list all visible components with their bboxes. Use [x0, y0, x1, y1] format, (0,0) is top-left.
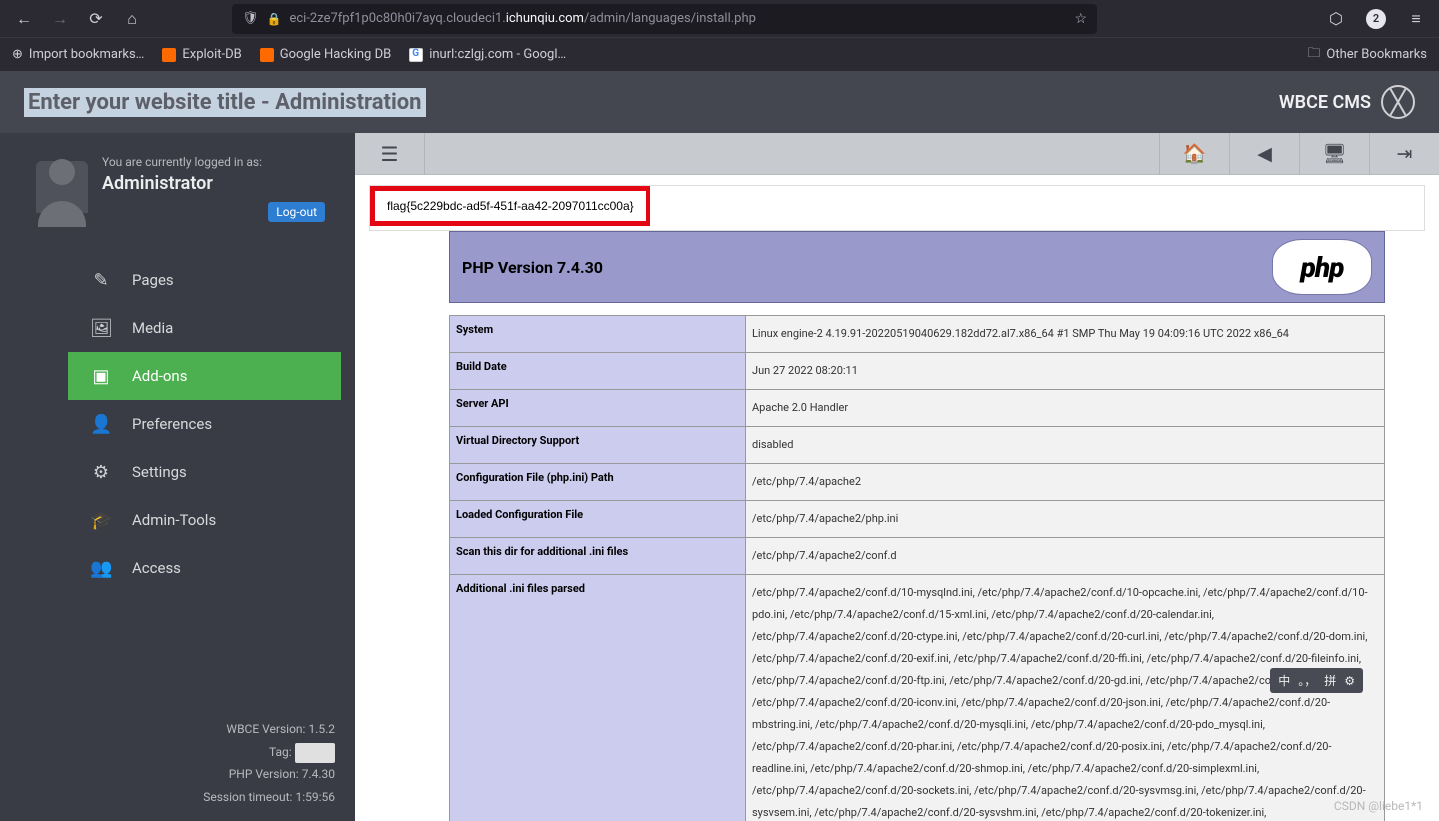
bookmark-inurl[interactable]: Ginurl:czlgj.com - Googl… — [409, 47, 566, 62]
browser-toolbar: ← → ⟳ ⌂ 🛡 🔒 eci-2ze7fpf1p0c80h0i7ayq.clo… — [0, 0, 1439, 37]
sidebar: You are currently logged in as: Administ… — [0, 133, 355, 821]
table-row: Loaded Configuration File/etc/php/7.4/ap… — [450, 501, 1385, 538]
hamburger-button[interactable]: ☰ — [355, 133, 425, 175]
back-button[interactable]: ← — [8, 4, 40, 34]
folder-icon: 🗀 — [1307, 44, 1320, 66]
nav-access[interactable]: 👥Access — [68, 544, 341, 592]
row-key: Additional .ini files parsed — [450, 575, 746, 821]
nav-media[interactable]: 🖼Media — [68, 304, 341, 352]
php-version-title: PHP Version 7.4.30 — [462, 258, 603, 277]
row-key: Configuration File (php.ini) Path — [450, 464, 746, 501]
ime-mode[interactable]: 拼 — [1324, 672, 1336, 689]
gear-icon: ⚙ — [90, 462, 112, 483]
nav-preferences[interactable]: 👤Preferences — [68, 400, 341, 448]
shield-icon: 🛡 — [242, 11, 259, 26]
bookmark-import[interactable]: ⊕Import bookmarks… — [12, 47, 144, 62]
site-title: Enter your website title - Administratio… — [24, 88, 426, 117]
account-icon[interactable]: 2 — [1361, 4, 1391, 34]
bookmark-exploitdb[interactable]: Exploit-DB — [162, 47, 241, 62]
url-prefix: eci-2ze7fpf1p0c80h0i7ayq.cloudeci1. — [289, 11, 505, 26]
avatar-icon — [36, 161, 88, 213]
url-domain: ichunqiu.com — [506, 11, 584, 26]
bookmarks-bar: ⊕Import bookmarks… Exploit-DB Google Hac… — [0, 37, 1439, 71]
logged-in-label: You are currently logged in as: — [102, 155, 335, 169]
edit-icon: ✎ — [90, 270, 112, 291]
nav-settings[interactable]: ⚙Settings — [68, 448, 341, 496]
favicon-icon: G — [409, 48, 423, 62]
row-key: Scan this dir for additional .ini files — [450, 538, 746, 575]
table-row: Additional .ini files parsed/etc/php/7.4… — [450, 575, 1385, 821]
row-key: Build Date — [450, 353, 746, 390]
phpinfo: PHP Version 7.4.30 php SystemLinux engin… — [449, 231, 1385, 821]
row-value: Jun 27 2022 08:20:11 — [746, 353, 1385, 390]
brand-name: WBCE CMS — [1279, 92, 1371, 113]
username: Administrator — [102, 173, 335, 194]
nav-list: ✎Pages 🖼Media ▣Add-ons 👤Preferences ⚙Set… — [68, 256, 341, 592]
ime-toolbar[interactable]: 中 。， 拼 ⚙ — [1270, 668, 1363, 693]
url-path: /admin/languages/install.php — [584, 11, 756, 26]
content-inner: flag{5c229bdc-ad5f-451f-aa42-2097011cc00… — [355, 175, 1439, 821]
forward-button[interactable]: → — [44, 4, 76, 34]
nav-admintools[interactable]: 🎓Admin-Tools — [68, 496, 341, 544]
home-button[interactable]: ⌂ — [116, 4, 148, 34]
row-value: disabled — [746, 427, 1385, 464]
row-value: /etc/php/7.4/apache2 — [746, 464, 1385, 501]
row-value: Linux engine-2 4.19.91-20220519040629.18… — [746, 316, 1385, 353]
pocket-icon[interactable]: ⬡ — [1321, 4, 1351, 34]
import-icon: ⊕ — [12, 47, 23, 62]
exit-button[interactable]: ⇥ — [1369, 133, 1439, 175]
sidebar-footer: WBCE Version: 1.5.2 Tag: 1.5.2 PHP Versi… — [0, 718, 355, 821]
back-circle-button[interactable]: ◀ — [1229, 133, 1299, 175]
table-row: Virtual Directory Supportdisabled — [450, 427, 1385, 464]
view-site-button[interactable]: 🖥 — [1299, 133, 1369, 175]
ime-settings-icon[interactable]: ⚙ — [1344, 674, 1355, 688]
row-key: System — [450, 316, 746, 353]
nav-pages[interactable]: ✎Pages — [68, 256, 341, 304]
php-header: PHP Version 7.4.30 php — [449, 231, 1385, 303]
row-value: /etc/php/7.4/apache2/conf.d — [746, 538, 1385, 575]
ime-punct[interactable]: 。， — [1298, 672, 1316, 689]
watermark: CSDN @liebe1*1 — [1334, 799, 1423, 813]
php-table: SystemLinux engine-2 4.19.91-20220519040… — [449, 315, 1385, 821]
app-menu-icon[interactable]: ≡ — [1401, 4, 1431, 34]
row-value: Apache 2.0 Handler — [746, 390, 1385, 427]
home-icon-button[interactable]: 🏠 — [1159, 133, 1229, 175]
reload-button[interactable]: ⟳ — [80, 4, 112, 34]
graduation-icon: 🎓 — [90, 510, 112, 531]
content-area: ☰ 🏠 ◀ 🖥 ⇥ flag{5c229bdc-ad5f-451f-aa42-2… — [355, 133, 1439, 821]
table-row: Configuration File (php.ini) Path/etc/ph… — [450, 464, 1385, 501]
package-icon: ▣ — [90, 366, 112, 387]
favicon-icon — [162, 48, 176, 62]
users-icon: 👥 — [90, 558, 112, 579]
tag-badge: 1.5.2 — [295, 743, 335, 764]
row-key: Virtual Directory Support — [450, 427, 746, 464]
row-key: Server API — [450, 390, 746, 427]
app-header: Enter your website title - Administratio… — [0, 71, 1439, 133]
favicon-icon — [260, 48, 274, 62]
brand-area: WBCE CMS — [1279, 85, 1415, 119]
table-row: Build DateJun 27 2022 08:20:11 — [450, 353, 1385, 390]
brand-logo-icon — [1381, 85, 1415, 119]
lock-insecure-icon: 🔒 — [267, 12, 282, 26]
nav-addons[interactable]: ▣Add-ons — [68, 352, 341, 400]
flag-output: flag{5c229bdc-ad5f-451f-aa42-2097011cc00… — [370, 186, 650, 226]
table-row: Scan this dir for additional .ini files/… — [450, 538, 1385, 575]
bookmark-ghdb[interactable]: Google Hacking DB — [260, 47, 392, 62]
php-logo-icon: php — [1272, 239, 1372, 295]
row-key: Loaded Configuration File — [450, 501, 746, 538]
bookmark-star-icon[interactable]: ☆ — [1074, 11, 1087, 27]
row-value: /etc/php/7.4/apache2/php.ini — [746, 501, 1385, 538]
content-toolbar: ☰ 🏠 ◀ 🖥 ⇥ — [355, 133, 1439, 175]
bookmark-other[interactable]: 🗀Other Bookmarks — [1307, 44, 1427, 66]
url-bar[interactable]: 🛡 🔒 eci-2ze7fpf1p0c80h0i7ayq.cloudeci1.i… — [232, 4, 1097, 34]
user-icon: 👤 — [90, 414, 112, 435]
logout-button[interactable]: Log-out — [268, 202, 325, 222]
table-row: Server APIApache 2.0 Handler — [450, 390, 1385, 427]
row-value: /etc/php/7.4/apache2/conf.d/10-mysqlnd.i… — [746, 575, 1385, 821]
image-icon: 🖼 — [90, 318, 112, 339]
ime-lang[interactable]: 中 — [1278, 672, 1290, 689]
user-box: You are currently logged in as: Administ… — [0, 133, 355, 246]
table-row: SystemLinux engine-2 4.19.91-20220519040… — [450, 316, 1385, 353]
